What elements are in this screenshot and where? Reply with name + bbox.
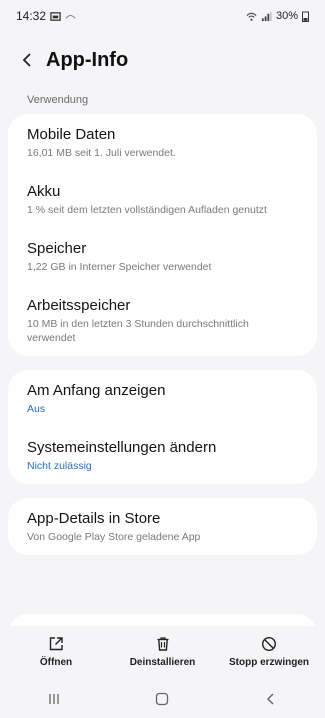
recents-button[interactable] (24, 684, 84, 714)
app-bar: App-Info (0, 38, 325, 82)
back-nav-icon (266, 693, 274, 705)
modify-system-settings-title: Systemeinstellungen ändern (27, 439, 217, 456)
trash-icon (157, 637, 168, 651)
store-card: App-Details in Store Von Google Play Sto… (8, 498, 317, 555)
home-button[interactable] (132, 684, 192, 714)
status-left: 14:32 (16, 9, 76, 23)
recents-icon (49, 694, 59, 704)
storage-summary: 1,22 GB in Interner Speicher verwendet (27, 261, 212, 273)
stop-icon (261, 636, 277, 652)
back-nav-button[interactable] (241, 684, 301, 714)
wifi-call-icon (65, 14, 76, 19)
home-icon (156, 692, 169, 706)
system-nav-bar (0, 680, 325, 718)
gallery-notification-icon (50, 11, 61, 21)
app-details-store-item[interactable]: App-Details in Store Von Google Play Sto… (8, 498, 317, 555)
memory-item[interactable]: Arbeitsspeicher 10 MB in den letzten 3 S… (8, 285, 317, 356)
status-time: 14:32 (16, 9, 47, 23)
back-button[interactable] (12, 45, 42, 75)
chevron-left-icon (22, 53, 31, 67)
settings-card: Am Anfang anzeigen Aus Systemeinstellung… (8, 370, 317, 484)
mobile-data-title: Mobile Daten (27, 126, 116, 143)
force-stop-label: Stopp erzwingen (229, 657, 309, 668)
section-label-usage: Verwendung (27, 94, 89, 106)
status-right: 30% (246, 10, 309, 22)
battery-percent: 30% (275, 10, 298, 22)
show-on-top-title: Am Anfang anzeigen (27, 382, 166, 399)
status-bar: 14:32 30% (0, 0, 325, 32)
storage-item[interactable]: Speicher 1,22 GB in Interner Speicher ve… (8, 228, 317, 285)
wifi-icon (246, 12, 257, 21)
app-details-store-title: App-Details in Store (27, 510, 161, 527)
open-external-icon (49, 637, 63, 651)
storage-title: Speicher (27, 240, 87, 257)
battery-item[interactable]: Akku 1 % seit dem letzten vollständigen … (8, 171, 317, 228)
app-details-store-summary: Von Google Play Store geladene App (27, 531, 201, 543)
force-stop-button[interactable]: Stopp erzwingen (219, 626, 319, 678)
battery-summary: 1 % seit dem letzten vollständigen Aufla… (27, 204, 267, 216)
memory-title: Arbeitsspeicher (27, 297, 131, 314)
open-label: Öffnen (39, 657, 73, 668)
uninstall-button[interactable]: Deinstallieren (113, 626, 213, 678)
usage-card: Mobile Daten 16,01 MB seit 1. Juli verwe… (8, 114, 317, 356)
battery-title: Akku (27, 183, 61, 200)
bottom-action-bar: Öffnen Deinstallieren Stopp erzwingen (0, 626, 325, 678)
page-title: App-Info (46, 48, 129, 71)
show-on-top-value: Aus (27, 403, 46, 415)
battery-icon (302, 11, 309, 22)
modify-system-settings-value: Nicht zulässig (27, 460, 92, 472)
open-button[interactable]: Öffnen (6, 626, 106, 678)
show-on-top-item[interactable]: Am Anfang anzeigen Aus (8, 370, 317, 427)
signal-icon (261, 11, 272, 21)
mobile-data-summary: 16,01 MB seit 1. Juli verwendet. (27, 147, 176, 159)
memory-summary: 10 MB in den letzten 3 Stunden durchschn… (27, 318, 249, 344)
uninstall-label: Deinstallieren (129, 657, 196, 668)
modify-system-settings-item[interactable]: Systemeinstellungen ändern Nicht zulässi… (8, 427, 317, 484)
mobile-data-item[interactable]: Mobile Daten 16,01 MB seit 1. Juli verwe… (8, 114, 317, 171)
